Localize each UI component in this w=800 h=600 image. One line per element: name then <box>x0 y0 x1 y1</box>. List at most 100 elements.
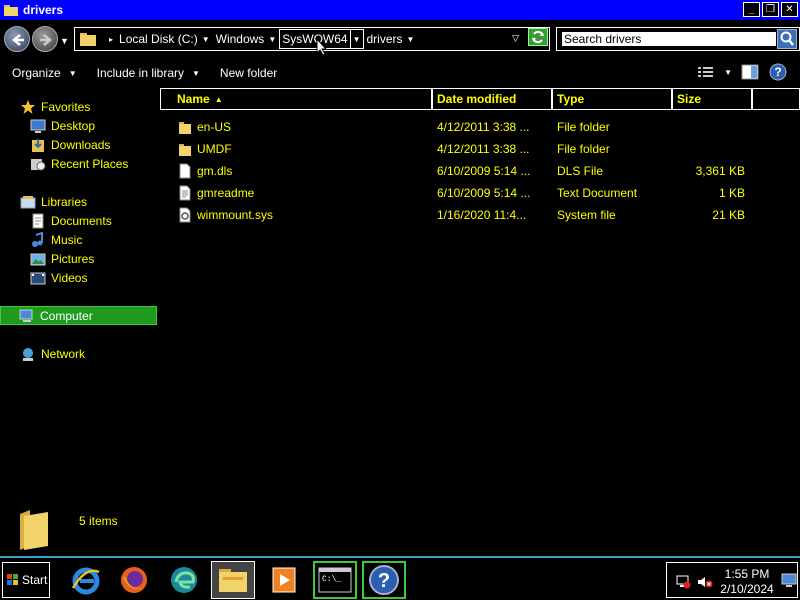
forward-button[interactable] <box>32 26 58 52</box>
chevron-down-icon[interactable]: ▼ <box>724 68 732 77</box>
system-file-icon <box>179 207 191 223</box>
new-folder-button[interactable]: New folder <box>220 66 277 80</box>
start-button[interactable]: Start <box>2 562 50 598</box>
include-in-library-menu[interactable]: Include in library ▼ <box>97 66 200 80</box>
maximize-button[interactable]: ❐ <box>762 2 779 17</box>
network-status-icon[interactable] <box>675 575 691 589</box>
documents-icon <box>32 213 44 228</box>
close-button[interactable]: ✕ <box>781 2 798 17</box>
svg-text:C:\_: C:\_ <box>322 575 341 584</box>
breadcrumb-drivers[interactable]: drivers ▼ <box>364 29 418 49</box>
chevron-down-icon[interactable]: ▼ <box>268 35 276 44</box>
table-row[interactable]: en-US 4/12/2011 3:38 ... File folder <box>160 117 800 137</box>
breadcrumb-label: SysWOW64 <box>282 32 348 46</box>
column-header-size[interactable]: Size <box>672 88 752 110</box>
preview-pane-icon[interactable] <box>740 63 760 81</box>
clock[interactable]: 1:55 PM 2/10/2024 <box>707 567 787 597</box>
command-prompt-icon: C:\_ <box>318 567 352 593</box>
start-label: Start <box>22 573 48 587</box>
search-input[interactable] <box>561 31 777 47</box>
breadcrumb-syswow64[interactable]: SysWOW64 <box>279 29 351 49</box>
nav-downloads[interactable]: Downloads <box>30 135 110 154</box>
table-row[interactable]: gmreadme 6/10/2009 5:14 ... Text Documen… <box>160 183 800 203</box>
star-icon <box>21 99 35 114</box>
minimize-button[interactable]: _ <box>743 2 760 17</box>
taskbar-media-player[interactable] <box>262 561 306 599</box>
text-file-icon <box>179 185 191 201</box>
file-date: 4/12/2011 3:38 ... <box>437 142 530 156</box>
taskbar-firefox[interactable] <box>112 561 156 599</box>
nav-music[interactable]: Music <box>30 230 82 249</box>
nav-desktop[interactable]: Desktop <box>30 116 95 135</box>
file-type: System file <box>557 208 616 222</box>
file-name: UMDF <box>197 142 232 156</box>
music-icon <box>32 231 43 247</box>
nav-pictures[interactable]: Pictures <box>30 249 94 268</box>
nav-label: Favorites <box>41 99 91 114</box>
nav-recent-places[interactable]: Recent Places <box>30 154 128 173</box>
address-bar[interactable]: ▸ Local Disk (C:) ▼ Windows ▼ SysWOW64 ▼ d… <box>74 27 550 51</box>
taskbar-command-prompt[interactable]: C:\_ <box>313 561 357 599</box>
search-button[interactable] <box>777 29 797 49</box>
column-header-blank[interactable] <box>752 88 800 110</box>
edge-icon <box>171 567 197 593</box>
network-icon <box>23 347 33 361</box>
system-tray: 1:55 PM 2/10/2024 <box>666 562 798 598</box>
organize-menu[interactable]: Organize ▼ <box>12 66 77 80</box>
taskbar-internet-explorer[interactable] <box>64 561 108 599</box>
nav-label: Videos <box>51 270 88 285</box>
chevron-down-icon: ▼ <box>68 68 77 78</box>
folder-icon <box>179 122 191 134</box>
nav-videos[interactable]: Videos <box>30 268 87 287</box>
taskbar-file-explorer[interactable] <box>211 561 255 599</box>
refresh-icon <box>532 30 544 44</box>
taskbar: Start C:\_ ? 1:55 PM 2/10/2024 <box>0 556 800 600</box>
help-icon[interactable]: ? <box>768 63 788 81</box>
nav-favorites[interactable]: Favorites <box>20 97 90 116</box>
svg-text:?: ? <box>774 65 781 79</box>
table-row[interactable]: gm.dls 6/10/2009 5:14 ... DLS File 3,361… <box>160 161 800 181</box>
column-header-type[interactable]: Type <box>552 88 672 110</box>
taskbar-edge[interactable] <box>162 561 206 599</box>
file-name: en-US <box>197 120 232 134</box>
nav-documents[interactable]: Documents <box>30 211 112 230</box>
nav-computer[interactable]: Computer <box>0 306 157 325</box>
taskbar-help[interactable]: ? <box>362 561 406 599</box>
chevron-down-icon[interactable]: ▼ <box>407 35 415 44</box>
clock-date: 2/10/2024 <box>720 582 774 596</box>
file-name: gmreadme <box>197 186 255 200</box>
details-pane: 5 items <box>0 500 800 552</box>
table-row[interactable]: UMDF 4/12/2011 3:38 ... File folder <box>160 139 800 159</box>
view-options-icon[interactable] <box>696 63 716 81</box>
chevron-down-icon[interactable]: ▼ <box>202 35 210 44</box>
column-header-date[interactable]: Date modified <box>432 88 552 110</box>
new-folder-label: New folder <box>219 66 278 80</box>
table-row[interactable]: wimmount.sys 1/16/2020 11:4... System fi… <box>160 205 800 225</box>
file-name: gm.dls <box>197 164 233 178</box>
desktop-icon <box>30 119 46 133</box>
nav-label: Music <box>51 232 83 247</box>
breadcrumb-label: drivers <box>366 32 403 46</box>
nav-libraries[interactable]: Libraries <box>20 192 87 211</box>
show-desktop-icon[interactable] <box>781 573 797 587</box>
mouse-cursor-icon <box>316 38 328 56</box>
file-date: 4/12/2011 3:38 ... <box>437 120 530 134</box>
windows-logo-icon <box>7 574 18 585</box>
breadcrumb-local-disk[interactable]: Local Disk (C:) ▼ <box>116 29 213 49</box>
address-row: ▼ ▸ Local Disk (C:) ▼ Windows ▼ SysWOW64 ▼… <box>0 22 800 56</box>
address-history-dropdown[interactable]: ▽ <box>512 33 519 44</box>
nav-network[interactable]: Network <box>20 344 85 363</box>
folder-icon <box>80 33 96 46</box>
refresh-button[interactable] <box>528 28 548 46</box>
breadcrumb-windows[interactable]: Windows ▼ <box>213 29 280 49</box>
file-date: 6/10/2009 5:14 ... <box>437 186 531 200</box>
recent-places-icon <box>31 158 46 170</box>
breadcrumb-syswow64-dropdown[interactable]: ▼ <box>349 29 364 49</box>
item-count: 5 items <box>79 514 118 528</box>
file-icon <box>179 163 191 179</box>
back-button[interactable] <box>4 26 30 52</box>
column-header-name[interactable]: Name ▲ <box>160 88 432 110</box>
breadcrumb-separator-root[interactable]: ▸ <box>102 29 116 49</box>
recent-pages-dropdown[interactable]: ▼ <box>60 36 69 46</box>
breadcrumb-label: Windows <box>215 32 265 46</box>
